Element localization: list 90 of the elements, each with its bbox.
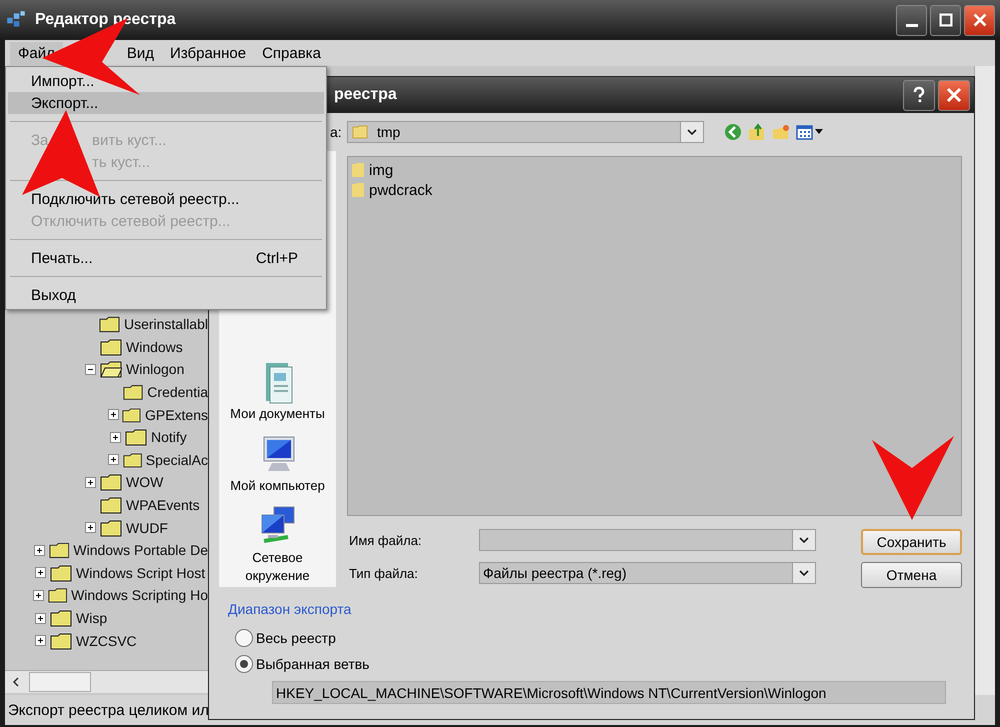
view-menu-icon[interactable]: [796, 123, 824, 141]
place-link[interactable]: Мой компьютер: [230, 477, 325, 495]
folder-icon: [50, 609, 72, 628]
radio-label[interactable]: Весь реестр: [256, 630, 336, 646]
minimize-icon: [906, 24, 918, 26]
collapse-icon[interactable]: [84, 364, 96, 375]
folder-icon: [123, 383, 144, 402]
radio-button[interactable]: [235, 655, 253, 673]
chevron-down-icon[interactable]: [799, 537, 809, 543]
expand-icon[interactable]: [84, 522, 96, 534]
tree-item[interactable]: Winlogon: [126, 361, 184, 378]
section-heading: Диапазон экспорта: [228, 601, 352, 617]
folder-icon: [125, 428, 147, 446]
up-folder-icon[interactable]: [748, 123, 766, 141]
radio-button[interactable]: [235, 629, 253, 647]
help-button[interactable]: [903, 80, 935, 110]
expand-icon[interactable]: [84, 476, 96, 488]
folder-icon: [50, 632, 72, 650]
folder-dropdown[interactable]: tmp: [347, 121, 704, 143]
tree-item[interactable]: Notify: [151, 429, 187, 446]
close-button[interactable]: [938, 80, 970, 110]
tree-item[interactable]: Windows Scripting Ho: [71, 587, 208, 604]
file-item[interactable]: pwdcrack: [369, 182, 432, 198]
menu-item[interactable]: Печать... Ctrl+P: [8, 247, 324, 269]
filetype-dropdown[interactable]: Файлы реестра (*.reg): [479, 562, 816, 584]
folder-icon: [48, 586, 68, 604]
folder-icon: [100, 518, 122, 537]
menu-item[interactable]: Импорт...: [8, 70, 324, 92]
folder-icon: [351, 162, 365, 178]
expand-icon[interactable]: [34, 544, 45, 556]
menu-item[interactable]: Вид: [118, 42, 162, 64]
menu-item[interactable]: Выход: [8, 284, 324, 306]
tree-item[interactable]: Wisp: [76, 610, 108, 626]
folder-label: а:: [330, 124, 343, 140]
branch-path-field: HKEY_LOCAL_MACHINE\SOFTWARE\Microsoft\Windows NT\CurrentVersion\Winlogon: [272, 681, 946, 704]
scroll-left-icon[interactable]: [11, 677, 21, 687]
folder-icon: [100, 360, 122, 378]
tree-item[interactable]: WUDF: [126, 520, 168, 536]
place-link[interactable]: Сетевое окружение: [222, 549, 334, 585]
tree-item[interactable]: SpecialAc: [146, 452, 208, 468]
expand-icon[interactable]: [108, 454, 120, 466]
chevron-down-icon[interactable]: [799, 570, 809, 576]
tree-item[interactable]: Credentia: [147, 384, 208, 400]
menu-item[interactable]: Избранное: [162, 42, 254, 64]
menu-item[interactable]: Справка: [254, 42, 329, 64]
folder-icon: [122, 450, 142, 469]
tree-item[interactable]: Userinstallabl: [124, 316, 208, 332]
status-text: Экспорт реестра целиком ил: [8, 702, 209, 718]
tree-item[interactable]: Windows: [126, 338, 183, 355]
folder-icon: [100, 338, 122, 356]
tree-item[interactable]: Windows Script Host: [76, 564, 206, 581]
maximize-button[interactable]: [930, 4, 961, 36]
tree-item[interactable]: WOW: [126, 474, 164, 490]
folder-icon: [122, 406, 141, 424]
folder-icon: [100, 473, 122, 492]
chevron-down-icon[interactable]: [687, 129, 697, 135]
folder-icon: [50, 564, 72, 582]
folder-icon: [99, 315, 120, 334]
tree-item[interactable]: Windows Portable De: [73, 542, 208, 558]
folder-icon: [48, 541, 70, 560]
filename-field[interactable]: [479, 529, 816, 551]
expand-icon[interactable]: [110, 432, 120, 443]
cancel-button[interactable]: Отмена: [861, 562, 962, 588]
expand-icon[interactable]: [34, 612, 46, 624]
horizontal-scrollbar[interactable]: [5, 670, 208, 693]
maximize-icon: [936, 11, 954, 29]
radio-label[interactable]: Выбранная ветвь: [256, 656, 370, 672]
close-icon: [944, 85, 964, 105]
expand-icon[interactable]: [108, 409, 120, 420]
tree-item[interactable]: WZCSVC: [76, 632, 137, 649]
save-button[interactable]: Сохранить: [861, 529, 962, 555]
folder-icon: [352, 124, 368, 140]
filetype-label: Тип файла:: [348, 566, 419, 580]
tree-item[interactable]: WPAEvents: [126, 497, 200, 514]
menu-item[interactable]: Экспорт...: [8, 92, 324, 114]
folder-icon: [351, 182, 365, 198]
folder-icon: [100, 496, 122, 514]
tree-item[interactable]: GPExtens: [144, 406, 208, 423]
place-link[interactable]: Мои документы: [230, 405, 325, 423]
close-button[interactable]: [964, 4, 995, 36]
expand-icon[interactable]: [34, 635, 46, 646]
back-icon[interactable]: [724, 123, 742, 141]
expand-icon[interactable]: [34, 567, 46, 578]
file-item[interactable]: img: [369, 162, 394, 178]
menu-item[interactable]: Подключить сетевой реестр...: [8, 188, 324, 210]
vertical-scrollbar[interactable]: [974, 66, 995, 695]
minimize-button[interactable]: [896, 4, 927, 36]
expand-icon[interactable]: [33, 590, 44, 601]
dialog-title: реестра: [334, 86, 397, 104]
filename-label: Имя файла:: [348, 532, 423, 548]
